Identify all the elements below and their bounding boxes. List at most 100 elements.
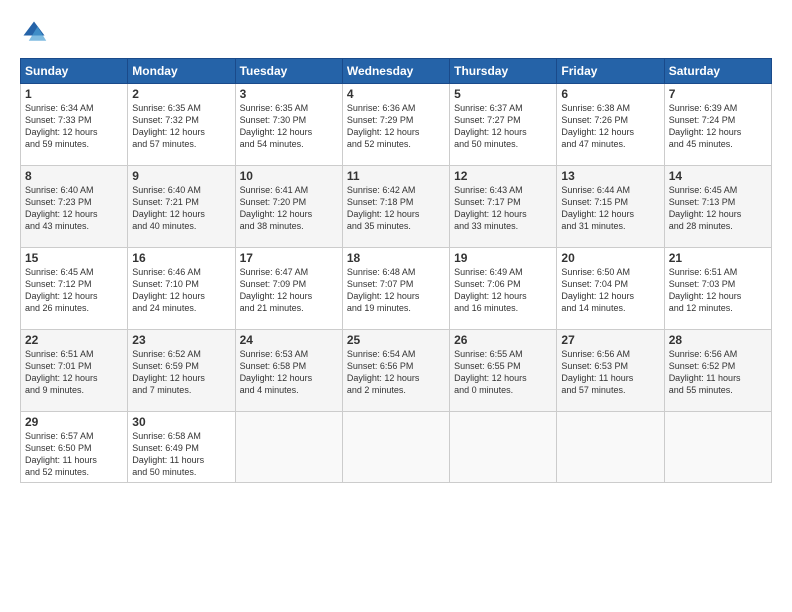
day-number: 9 bbox=[132, 169, 230, 183]
col-header-monday: Monday bbox=[128, 59, 235, 84]
calendar-cell bbox=[557, 412, 664, 483]
day-number: 2 bbox=[132, 87, 230, 101]
calendar-cell: 6Sunrise: 6:38 AM Sunset: 7:26 PM Daylig… bbox=[557, 84, 664, 166]
day-info: Sunrise: 6:54 AM Sunset: 6:56 PM Dayligh… bbox=[347, 348, 445, 397]
day-info: Sunrise: 6:40 AM Sunset: 7:21 PM Dayligh… bbox=[132, 184, 230, 233]
col-header-sunday: Sunday bbox=[21, 59, 128, 84]
day-info: Sunrise: 6:51 AM Sunset: 7:01 PM Dayligh… bbox=[25, 348, 123, 397]
col-header-wednesday: Wednesday bbox=[342, 59, 449, 84]
calendar-week-row: 29Sunrise: 6:57 AM Sunset: 6:50 PM Dayli… bbox=[21, 412, 772, 483]
calendar-cell: 2Sunrise: 6:35 AM Sunset: 7:32 PM Daylig… bbox=[128, 84, 235, 166]
calendar-week-row: 22Sunrise: 6:51 AM Sunset: 7:01 PM Dayli… bbox=[21, 330, 772, 412]
day-info: Sunrise: 6:38 AM Sunset: 7:26 PM Dayligh… bbox=[561, 102, 659, 151]
day-number: 1 bbox=[25, 87, 123, 101]
calendar-cell: 16Sunrise: 6:46 AM Sunset: 7:10 PM Dayli… bbox=[128, 248, 235, 330]
calendar-cell: 22Sunrise: 6:51 AM Sunset: 7:01 PM Dayli… bbox=[21, 330, 128, 412]
day-number: 28 bbox=[669, 333, 767, 347]
day-info: Sunrise: 6:40 AM Sunset: 7:23 PM Dayligh… bbox=[25, 184, 123, 233]
day-number: 29 bbox=[25, 415, 123, 429]
day-info: Sunrise: 6:58 AM Sunset: 6:49 PM Dayligh… bbox=[132, 430, 230, 479]
day-number: 24 bbox=[240, 333, 338, 347]
day-number: 27 bbox=[561, 333, 659, 347]
header bbox=[20, 18, 772, 46]
day-number: 15 bbox=[25, 251, 123, 265]
day-info: Sunrise: 6:37 AM Sunset: 7:27 PM Dayligh… bbox=[454, 102, 552, 151]
calendar-cell: 19Sunrise: 6:49 AM Sunset: 7:06 PM Dayli… bbox=[450, 248, 557, 330]
calendar-cell: 23Sunrise: 6:52 AM Sunset: 6:59 PM Dayli… bbox=[128, 330, 235, 412]
calendar-cell: 24Sunrise: 6:53 AM Sunset: 6:58 PM Dayli… bbox=[235, 330, 342, 412]
calendar-header-row: SundayMondayTuesdayWednesdayThursdayFrid… bbox=[21, 59, 772, 84]
day-number: 4 bbox=[347, 87, 445, 101]
calendar-cell: 15Sunrise: 6:45 AM Sunset: 7:12 PM Dayli… bbox=[21, 248, 128, 330]
day-info: Sunrise: 6:44 AM Sunset: 7:15 PM Dayligh… bbox=[561, 184, 659, 233]
calendar-cell: 7Sunrise: 6:39 AM Sunset: 7:24 PM Daylig… bbox=[664, 84, 771, 166]
day-info: Sunrise: 6:34 AM Sunset: 7:33 PM Dayligh… bbox=[25, 102, 123, 151]
day-number: 30 bbox=[132, 415, 230, 429]
logo bbox=[20, 18, 52, 46]
day-info: Sunrise: 6:47 AM Sunset: 7:09 PM Dayligh… bbox=[240, 266, 338, 315]
day-info: Sunrise: 6:56 AM Sunset: 6:53 PM Dayligh… bbox=[561, 348, 659, 397]
day-info: Sunrise: 6:57 AM Sunset: 6:50 PM Dayligh… bbox=[25, 430, 123, 479]
calendar-cell: 21Sunrise: 6:51 AM Sunset: 7:03 PM Dayli… bbox=[664, 248, 771, 330]
calendar-cell: 30Sunrise: 6:58 AM Sunset: 6:49 PM Dayli… bbox=[128, 412, 235, 483]
calendar-cell: 12Sunrise: 6:43 AM Sunset: 7:17 PM Dayli… bbox=[450, 166, 557, 248]
day-number: 7 bbox=[669, 87, 767, 101]
day-number: 5 bbox=[454, 87, 552, 101]
calendar-cell: 20Sunrise: 6:50 AM Sunset: 7:04 PM Dayli… bbox=[557, 248, 664, 330]
calendar-cell: 10Sunrise: 6:41 AM Sunset: 7:20 PM Dayli… bbox=[235, 166, 342, 248]
day-number: 20 bbox=[561, 251, 659, 265]
day-info: Sunrise: 6:36 AM Sunset: 7:29 PM Dayligh… bbox=[347, 102, 445, 151]
calendar-cell: 8Sunrise: 6:40 AM Sunset: 7:23 PM Daylig… bbox=[21, 166, 128, 248]
day-number: 22 bbox=[25, 333, 123, 347]
calendar-cell bbox=[664, 412, 771, 483]
day-info: Sunrise: 6:43 AM Sunset: 7:17 PM Dayligh… bbox=[454, 184, 552, 233]
calendar-cell: 28Sunrise: 6:56 AM Sunset: 6:52 PM Dayli… bbox=[664, 330, 771, 412]
calendar-cell: 11Sunrise: 6:42 AM Sunset: 7:18 PM Dayli… bbox=[342, 166, 449, 248]
day-info: Sunrise: 6:35 AM Sunset: 7:32 PM Dayligh… bbox=[132, 102, 230, 151]
calendar-cell: 17Sunrise: 6:47 AM Sunset: 7:09 PM Dayli… bbox=[235, 248, 342, 330]
day-info: Sunrise: 6:50 AM Sunset: 7:04 PM Dayligh… bbox=[561, 266, 659, 315]
col-header-thursday: Thursday bbox=[450, 59, 557, 84]
day-number: 10 bbox=[240, 169, 338, 183]
day-number: 17 bbox=[240, 251, 338, 265]
calendar-cell bbox=[342, 412, 449, 483]
day-number: 11 bbox=[347, 169, 445, 183]
day-number: 6 bbox=[561, 87, 659, 101]
calendar-cell: 13Sunrise: 6:44 AM Sunset: 7:15 PM Dayli… bbox=[557, 166, 664, 248]
day-info: Sunrise: 6:39 AM Sunset: 7:24 PM Dayligh… bbox=[669, 102, 767, 151]
day-info: Sunrise: 6:53 AM Sunset: 6:58 PM Dayligh… bbox=[240, 348, 338, 397]
day-info: Sunrise: 6:56 AM Sunset: 6:52 PM Dayligh… bbox=[669, 348, 767, 397]
day-info: Sunrise: 6:51 AM Sunset: 7:03 PM Dayligh… bbox=[669, 266, 767, 315]
day-info: Sunrise: 6:42 AM Sunset: 7:18 PM Dayligh… bbox=[347, 184, 445, 233]
day-info: Sunrise: 6:35 AM Sunset: 7:30 PM Dayligh… bbox=[240, 102, 338, 151]
col-header-saturday: Saturday bbox=[664, 59, 771, 84]
day-number: 26 bbox=[454, 333, 552, 347]
col-header-tuesday: Tuesday bbox=[235, 59, 342, 84]
calendar-cell: 18Sunrise: 6:48 AM Sunset: 7:07 PM Dayli… bbox=[342, 248, 449, 330]
calendar-cell: 26Sunrise: 6:55 AM Sunset: 6:55 PM Dayli… bbox=[450, 330, 557, 412]
calendar-cell: 27Sunrise: 6:56 AM Sunset: 6:53 PM Dayli… bbox=[557, 330, 664, 412]
calendar-table: SundayMondayTuesdayWednesdayThursdayFrid… bbox=[20, 58, 772, 483]
day-number: 19 bbox=[454, 251, 552, 265]
calendar-cell: 1Sunrise: 6:34 AM Sunset: 7:33 PM Daylig… bbox=[21, 84, 128, 166]
calendar-cell: 29Sunrise: 6:57 AM Sunset: 6:50 PM Dayli… bbox=[21, 412, 128, 483]
calendar-cell: 25Sunrise: 6:54 AM Sunset: 6:56 PM Dayli… bbox=[342, 330, 449, 412]
calendar-cell bbox=[235, 412, 342, 483]
calendar-cell: 4Sunrise: 6:36 AM Sunset: 7:29 PM Daylig… bbox=[342, 84, 449, 166]
calendar-cell: 14Sunrise: 6:45 AM Sunset: 7:13 PM Dayli… bbox=[664, 166, 771, 248]
day-number: 8 bbox=[25, 169, 123, 183]
day-number: 14 bbox=[669, 169, 767, 183]
day-info: Sunrise: 6:52 AM Sunset: 6:59 PM Dayligh… bbox=[132, 348, 230, 397]
day-number: 16 bbox=[132, 251, 230, 265]
calendar-cell: 9Sunrise: 6:40 AM Sunset: 7:21 PM Daylig… bbox=[128, 166, 235, 248]
day-number: 23 bbox=[132, 333, 230, 347]
day-number: 3 bbox=[240, 87, 338, 101]
day-number: 13 bbox=[561, 169, 659, 183]
calendar-week-row: 8Sunrise: 6:40 AM Sunset: 7:23 PM Daylig… bbox=[21, 166, 772, 248]
day-number: 21 bbox=[669, 251, 767, 265]
day-number: 18 bbox=[347, 251, 445, 265]
day-info: Sunrise: 6:45 AM Sunset: 7:12 PM Dayligh… bbox=[25, 266, 123, 315]
day-number: 25 bbox=[347, 333, 445, 347]
logo-icon bbox=[20, 18, 48, 46]
calendar-week-row: 15Sunrise: 6:45 AM Sunset: 7:12 PM Dayli… bbox=[21, 248, 772, 330]
